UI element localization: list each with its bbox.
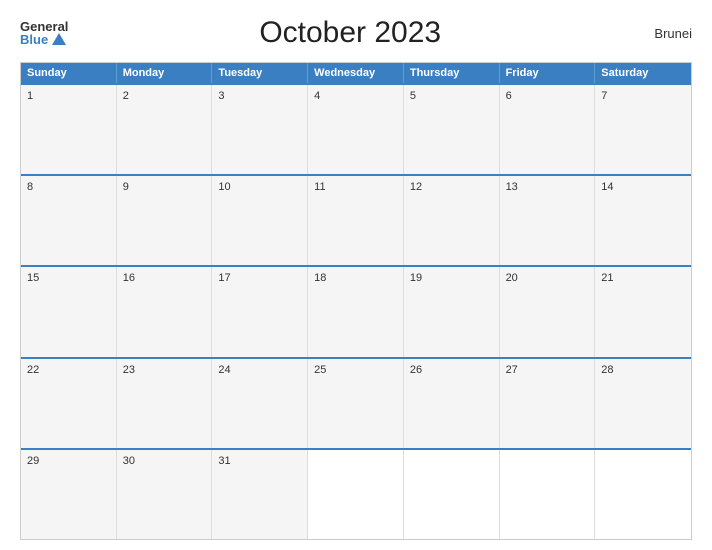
day-cell-w5-d3: 31 xyxy=(212,450,308,539)
header-friday: Friday xyxy=(500,63,596,83)
day-number: 13 xyxy=(506,181,518,193)
day-cell-w4-d3: 24 xyxy=(212,359,308,448)
day-number: 4 xyxy=(314,90,320,102)
day-cell-w3-d6: 20 xyxy=(500,267,596,356)
day-cell-w3-d2: 16 xyxy=(117,267,213,356)
day-number: 3 xyxy=(218,90,224,102)
day-cell-w3-d1: 15 xyxy=(21,267,117,356)
day-number: 14 xyxy=(601,181,613,193)
day-cell-w1-d6: 6 xyxy=(500,85,596,174)
day-number: 28 xyxy=(601,364,613,376)
day-number: 17 xyxy=(218,272,230,284)
week-row-4: 22 23 24 25 26 27 28 xyxy=(21,357,691,448)
calendar-grid: Sunday Monday Tuesday Wednesday Thursday… xyxy=(20,62,692,540)
day-cell-w1-d3: 3 xyxy=(212,85,308,174)
header-wednesday: Wednesday xyxy=(308,63,404,83)
week-row-5: 29 30 31 xyxy=(21,448,691,539)
logo-blue-row: Blue xyxy=(20,33,66,46)
day-number: 25 xyxy=(314,364,326,376)
day-cell-w1-d2: 2 xyxy=(117,85,213,174)
day-cell-w1-d1: 1 xyxy=(21,85,117,174)
day-cell-w3-d4: 18 xyxy=(308,267,404,356)
day-number: 27 xyxy=(506,364,518,376)
day-number: 15 xyxy=(27,272,39,284)
day-number: 11 xyxy=(314,181,325,193)
week-row-1: 1 2 3 4 5 6 7 xyxy=(21,83,691,174)
day-number: 21 xyxy=(601,272,613,284)
day-number: 5 xyxy=(410,90,416,102)
day-number: 16 xyxy=(123,272,135,284)
day-number: 7 xyxy=(601,90,607,102)
header: General Blue October 2023 Brunei xyxy=(20,16,692,50)
day-number: 18 xyxy=(314,272,326,284)
day-cell-w5-d4 xyxy=(308,450,404,539)
day-number: 1 xyxy=(27,90,33,102)
header-tuesday: Tuesday xyxy=(212,63,308,83)
day-cell-w2-d1: 8 xyxy=(21,176,117,265)
day-cell-w5-d6 xyxy=(500,450,596,539)
header-saturday: Saturday xyxy=(595,63,691,83)
day-cell-w1-d7: 7 xyxy=(595,85,691,174)
day-number: 19 xyxy=(410,272,422,284)
day-number: 23 xyxy=(123,364,135,376)
day-cell-w3-d7: 21 xyxy=(595,267,691,356)
day-number: 26 xyxy=(410,364,422,376)
calendar-title: October 2023 xyxy=(68,16,632,50)
day-number: 8 xyxy=(27,181,33,193)
day-number: 2 xyxy=(123,90,129,102)
day-number: 12 xyxy=(410,181,422,193)
day-cell-w4-d4: 25 xyxy=(308,359,404,448)
day-cell-w4-d5: 26 xyxy=(404,359,500,448)
day-number: 31 xyxy=(218,455,230,467)
logo: General Blue xyxy=(20,20,68,46)
logo-blue-text: Blue xyxy=(20,33,48,46)
day-cell-w1-d5: 5 xyxy=(404,85,500,174)
day-cell-w3-d3: 17 xyxy=(212,267,308,356)
day-cell-w2-d7: 14 xyxy=(595,176,691,265)
week-row-2: 8 9 10 11 12 13 14 xyxy=(21,174,691,265)
day-cell-w2-d4: 11 xyxy=(308,176,404,265)
logo-triangle-icon xyxy=(52,33,66,45)
day-cell-w5-d5 xyxy=(404,450,500,539)
day-cell-w3-d5: 19 xyxy=(404,267,500,356)
day-number: 6 xyxy=(506,90,512,102)
day-cell-w5-d2: 30 xyxy=(117,450,213,539)
day-number: 22 xyxy=(27,364,39,376)
week-row-3: 15 16 17 18 19 20 21 xyxy=(21,265,691,356)
day-cell-w4-d1: 22 xyxy=(21,359,117,448)
header-monday: Monday xyxy=(117,63,213,83)
day-cell-w5-d1: 29 xyxy=(21,450,117,539)
day-cell-w2-d6: 13 xyxy=(500,176,596,265)
header-sunday: Sunday xyxy=(21,63,117,83)
day-cell-w2-d3: 10 xyxy=(212,176,308,265)
day-number: 9 xyxy=(123,181,129,193)
weeks-container: 1234567891011121314151617181920212223242… xyxy=(21,83,691,539)
day-number: 24 xyxy=(218,364,230,376)
day-cell-w2-d5: 12 xyxy=(404,176,500,265)
header-thursday: Thursday xyxy=(404,63,500,83)
day-cell-w1-d4: 4 xyxy=(308,85,404,174)
day-number: 20 xyxy=(506,272,518,284)
day-cell-w4-d6: 27 xyxy=(500,359,596,448)
country-label: Brunei xyxy=(632,26,692,41)
day-number: 10 xyxy=(218,181,230,193)
day-cell-w4-d7: 28 xyxy=(595,359,691,448)
calendar-page: General Blue October 2023 Brunei Sunday … xyxy=(0,0,712,550)
day-cell-w2-d2: 9 xyxy=(117,176,213,265)
day-cell-w5-d7 xyxy=(595,450,691,539)
day-number: 30 xyxy=(123,455,135,467)
day-number: 29 xyxy=(27,455,39,467)
day-headers-row: Sunday Monday Tuesday Wednesday Thursday… xyxy=(21,63,691,83)
day-cell-w4-d2: 23 xyxy=(117,359,213,448)
